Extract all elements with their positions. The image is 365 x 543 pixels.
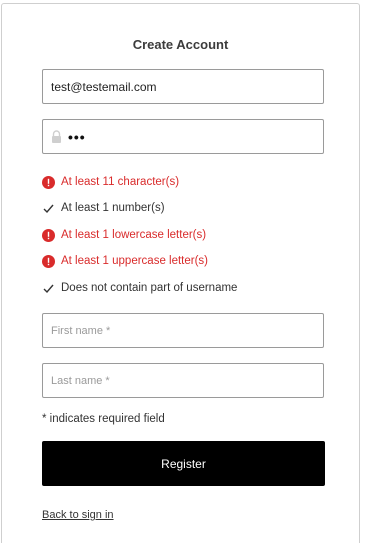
rule-text: At least 1 number(s) [61, 202, 165, 214]
lock-icon [51, 130, 62, 143]
password-rule-uppercase: At least 1 uppercase letter(s) [42, 253, 208, 269]
first-name-placeholder: First name * [51, 324, 111, 337]
rule-text: At least 1 lowercase letter(s) [61, 229, 207, 241]
password-mask: ••• [68, 128, 86, 145]
error-circle-icon [42, 228, 55, 242]
create-account-card: Create Account test@testemail.com ••• At… [1, 3, 360, 543]
password-rule-number: At least 1 number(s) [42, 200, 165, 216]
rule-text: At least 11 character(s) [61, 176, 180, 188]
rule-text: Does not contain part of username [61, 282, 238, 294]
first-name-field[interactable]: First name * [42, 313, 324, 348]
required-note: * indicates required field [42, 413, 165, 425]
error-circle-icon [42, 254, 55, 268]
register-button[interactable]: Register [42, 441, 325, 486]
back-to-sign-in-link[interactable]: Back to sign in [42, 509, 114, 521]
password-rule-username: Does not contain part of username [42, 280, 237, 296]
checkmark-icon [42, 282, 55, 295]
last-name-placeholder: Last name * [51, 374, 110, 387]
password-rule-lowercase: At least 1 lowercase letter(s) [42, 227, 206, 243]
page-title: Create Account [132, 37, 229, 52]
error-circle-icon [42, 175, 55, 189]
password-rule-length: At least 11 character(s) [42, 174, 179, 190]
last-name-field[interactable]: Last name * [42, 363, 324, 398]
checkmark-icon [42, 202, 55, 215]
password-field[interactable]: ••• [42, 119, 324, 154]
email-value: test@testemail.com [51, 79, 157, 94]
email-field[interactable]: test@testemail.com [42, 69, 324, 104]
rule-text: At least 1 uppercase letter(s) [61, 255, 209, 267]
